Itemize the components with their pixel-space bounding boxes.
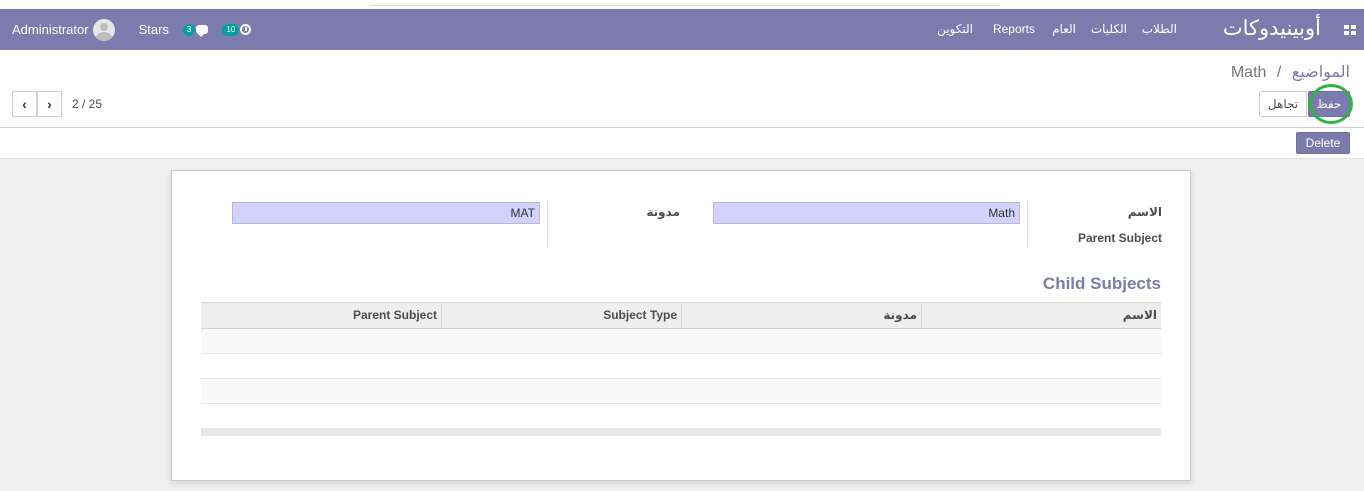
chevron-right-icon: › xyxy=(47,96,52,112)
pager: ‹ › 2 / 25 xyxy=(12,91,102,117)
column-header-name[interactable]: الاسم xyxy=(921,303,1161,328)
name-input[interactable] xyxy=(713,202,1020,224)
delete-button[interactable]: Delete xyxy=(1296,132,1350,154)
save-button[interactable]: حفظ xyxy=(1308,91,1350,117)
browser-strip xyxy=(0,0,1364,9)
code-label: مدونة xyxy=(646,205,680,219)
apps-grid-icon[interactable] xyxy=(1344,25,1356,35)
chevron-left-icon: ‹ xyxy=(22,96,27,112)
menu-item-students[interactable]: الطلاب xyxy=(1142,22,1177,36)
user-name: Administrator xyxy=(12,22,89,37)
table-row xyxy=(201,329,1161,354)
menu-item-faculties[interactable]: الكليات xyxy=(1091,22,1127,36)
breadcrumb-current: Math xyxy=(1230,64,1267,81)
column-header-parent-subject[interactable]: Parent Subject xyxy=(201,303,441,328)
table-row xyxy=(201,379,1161,404)
activity-menu[interactable]: 10 xyxy=(222,23,252,36)
control-panel: المواضيع / Math حفظ تجاهل ‹ › 2 / 25 xyxy=(0,50,1364,128)
top-navbar: Administrator Stars 3 10 أوبينيدوكات الط… xyxy=(0,9,1364,50)
table-header: الاسم مدونة Subject Type Parent Subject xyxy=(201,302,1161,329)
child-subjects-table: الاسم مدونة Subject Type Parent Subject xyxy=(201,302,1161,436)
field-separator xyxy=(547,201,548,247)
avatar xyxy=(92,18,115,41)
table-row xyxy=(201,404,1161,429)
discard-button[interactable]: تجاهل xyxy=(1259,91,1307,117)
menu-item-reports[interactable]: Reports xyxy=(993,22,1035,36)
form-sheet: الاسم Parent Subject مدونة Child Subject… xyxy=(171,170,1191,481)
messages-count-badge: 3 xyxy=(182,23,196,36)
address-bar-edge xyxy=(370,0,1000,6)
table-footer xyxy=(201,429,1161,436)
stars-menu[interactable]: Stars xyxy=(139,22,169,37)
column-header-subject-type[interactable]: Subject Type xyxy=(441,303,681,328)
parent-subject-label: Parent Subject xyxy=(1077,231,1162,245)
pager-previous-button[interactable]: ‹ xyxy=(12,91,37,117)
navbar-systray: Administrator Stars 3 10 xyxy=(12,9,252,50)
user-menu[interactable]: Administrator xyxy=(12,18,115,41)
breadcrumb-parent[interactable]: المواضيع xyxy=(1292,64,1350,81)
chat-icon xyxy=(196,25,209,37)
app-brand[interactable]: أوبينيدوكات xyxy=(1223,16,1321,41)
breadcrumb: المواضيع / Math xyxy=(1231,62,1350,82)
form-statusbar: Delete xyxy=(0,128,1364,159)
table-row xyxy=(201,354,1161,379)
column-header-code[interactable]: مدونة xyxy=(681,303,921,328)
messaging-menu[interactable]: 3 xyxy=(182,23,209,37)
child-subjects-title: Child Subjects xyxy=(1042,274,1161,293)
menu-item-configuration[interactable]: التكوين xyxy=(937,22,973,36)
clock-icon xyxy=(240,24,252,35)
pager-value[interactable]: 2 / 25 xyxy=(72,97,102,111)
pager-next-button[interactable]: › xyxy=(37,91,62,117)
breadcrumb-separator: / xyxy=(1276,64,1282,81)
activity-count-badge: 10 xyxy=(222,23,240,36)
field-separator xyxy=(1027,201,1028,247)
code-input[interactable] xyxy=(232,202,540,224)
menu-item-general[interactable]: العام xyxy=(1052,22,1076,36)
name-label: الاسم xyxy=(1127,205,1162,219)
